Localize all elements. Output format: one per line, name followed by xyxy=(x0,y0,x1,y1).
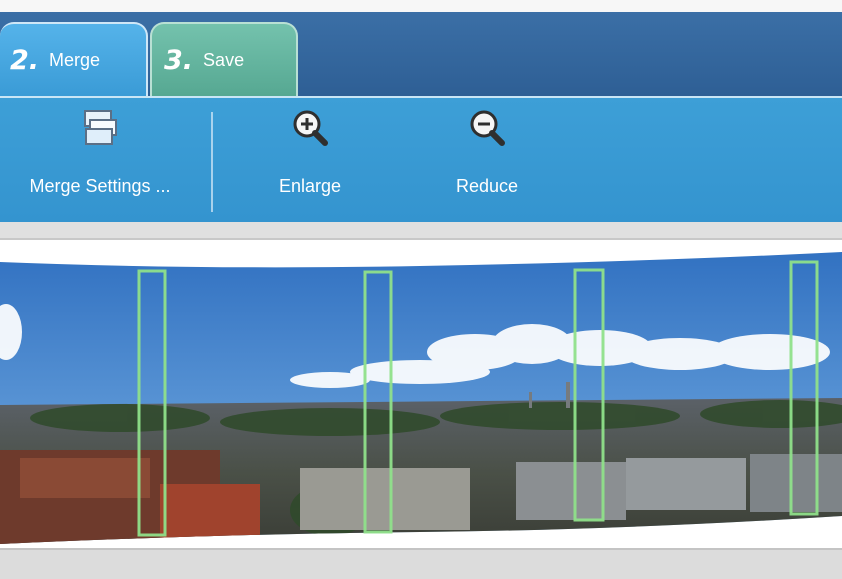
reduce-button[interactable]: Reduce xyxy=(427,108,547,197)
reduce-label: Reduce xyxy=(455,176,519,196)
enlarge-label: Enlarge xyxy=(278,176,342,196)
tab-save-number: 3. xyxy=(164,44,194,76)
panorama-preview xyxy=(0,252,842,544)
toolbar-separator xyxy=(211,112,213,212)
tab-bar: 2. Merge 3. Save xyxy=(0,12,842,96)
toolbar: Merge Settings ... Enlarge Reduce xyxy=(0,96,842,222)
window-top-strip xyxy=(0,0,842,12)
zoom-out-icon xyxy=(470,110,505,146)
preview-top-divider xyxy=(0,222,842,240)
merge-settings-button[interactable]: Merge Settings ... xyxy=(0,108,200,197)
enlarge-button[interactable]: Enlarge xyxy=(250,108,370,197)
preview-bottom-bar xyxy=(0,548,842,579)
stacked-photos-icon xyxy=(84,110,117,145)
tab-save[interactable]: 3. Save xyxy=(150,22,298,96)
tab-merge-label: Merge xyxy=(49,49,101,70)
merge-settings-label: Merge Settings ... xyxy=(29,176,171,196)
tab-merge-number: 2. xyxy=(10,44,40,76)
zoom-in-icon xyxy=(293,110,328,146)
tab-merge[interactable]: 2. Merge xyxy=(0,22,148,96)
tab-save-label: Save xyxy=(203,49,245,70)
